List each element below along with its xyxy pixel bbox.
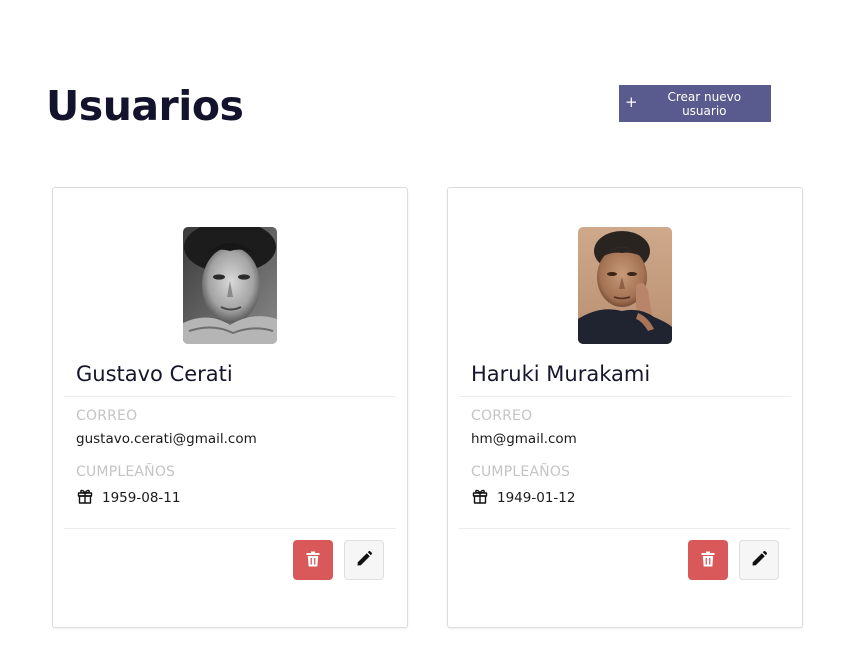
delete-user-button[interactable] — [293, 540, 333, 580]
gift-icon — [77, 488, 93, 504]
trash-icon — [306, 551, 320, 570]
trash-icon — [701, 551, 715, 570]
avatar — [578, 227, 672, 344]
pencil-icon — [357, 550, 372, 569]
user-name: Gustavo Cerati — [76, 362, 233, 386]
divider — [459, 396, 791, 397]
user-email: hm@gmail.com — [471, 431, 577, 447]
pencil-icon — [752, 550, 767, 569]
user-email: gustavo.cerati@gmail.com — [76, 431, 257, 447]
user-birthday: 1949-01-12 — [497, 490, 576, 506]
gift-icon — [472, 488, 488, 504]
delete-user-button[interactable] — [688, 540, 728, 580]
divider — [64, 528, 396, 529]
page-title: Usuarios — [46, 82, 244, 130]
divider — [64, 396, 396, 397]
avatar — [183, 227, 277, 344]
users-page: Usuarios + Crear nuevo usuario Gustavo C… — [0, 0, 855, 667]
plus-icon: + — [625, 93, 638, 111]
user-card: Haruki Murakami CORREO hm@gmail.com CUMP… — [447, 187, 803, 628]
edit-user-button[interactable] — [739, 540, 779, 580]
email-label: CORREO — [76, 408, 138, 424]
email-label: CORREO — [471, 408, 533, 424]
divider — [459, 528, 791, 529]
create-user-button[interactable]: + Crear nuevo usuario — [619, 85, 771, 122]
birthday-label: CUMPLEAÑOS — [471, 464, 571, 480]
create-user-button-label: Crear nuevo usuario — [667, 89, 742, 118]
birthday-label: CUMPLEAÑOS — [76, 464, 176, 480]
user-name: Haruki Murakami — [471, 362, 651, 386]
user-birthday: 1959-08-11 — [102, 490, 181, 506]
edit-user-button[interactable] — [344, 540, 384, 580]
user-card: Gustavo Cerati CORREO gustavo.cerati@gma… — [52, 187, 408, 628]
